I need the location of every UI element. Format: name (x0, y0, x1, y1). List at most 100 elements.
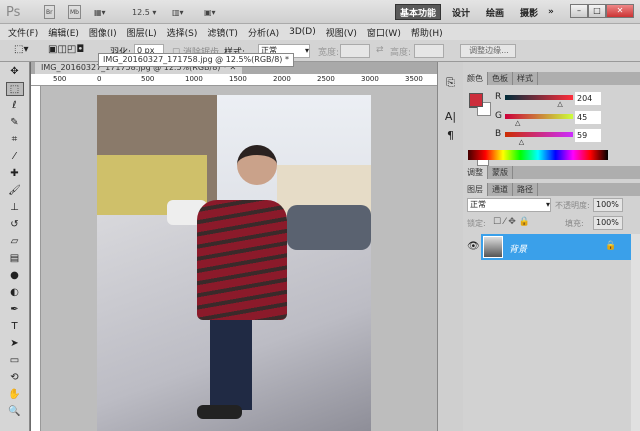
layer-row[interactable]: 👁 背景 🔒 (463, 234, 631, 260)
tab-channels[interactable]: 通道 (488, 183, 513, 196)
paragraph-panel-icon[interactable]: ¶ (443, 129, 459, 142)
hand-tool-icon[interactable]: ✋ (6, 388, 24, 402)
photoshop-logo: Ps (6, 4, 21, 20)
tab-swatches[interactable]: 色板 (488, 72, 513, 85)
r-slider-handle[interactable]: △ (557, 100, 562, 108)
move-tool-icon[interactable]: ✥ (6, 65, 24, 79)
mini-bridge-button[interactable]: Mb (68, 5, 81, 19)
opacity-input[interactable]: 100% (593, 198, 623, 212)
menu-view[interactable]: 视图(V) (326, 26, 357, 39)
ruler-tick-label: 500 (53, 75, 67, 83)
tab-masks[interactable]: 蒙版 (488, 166, 513, 179)
ruler-tick-label: 2500 (317, 75, 335, 83)
minimize-button[interactable]: – (570, 4, 588, 18)
options-bar: ⬚▾ ▣◫◰◘ 羽化: 0 px ☐ 消除锯齿 样式: 正常▾ 宽度: ⇄ 高度… (0, 40, 640, 62)
layers-panel-tabs: 图层 通道 路径 (463, 183, 640, 196)
layer-thumbnail (483, 236, 503, 258)
blur-tool-icon[interactable]: ● (6, 269, 24, 283)
healing-tool-icon[interactable]: ✚ (6, 167, 24, 181)
eraser-tool-icon[interactable]: ▱ (6, 235, 24, 249)
r-value[interactable]: 204 (575, 92, 601, 105)
menu-select[interactable]: 选择(S) (167, 26, 198, 39)
menu-3d[interactable]: 3D(D) (289, 27, 316, 37)
b-slider[interactable] (505, 132, 573, 137)
menu-window[interactable]: 窗口(W) (367, 26, 401, 39)
b-slider-handle[interactable]: △ (519, 138, 524, 146)
more-workspaces-button[interactable]: » (544, 4, 558, 20)
shape-tool-icon[interactable]: ▭ (6, 354, 24, 368)
g-slider-handle[interactable]: △ (515, 119, 520, 127)
marquee-preset-icon[interactable]: ⬚▾ (14, 44, 28, 55)
ruler-tick-label: 3500 (405, 75, 423, 83)
view-extras-icon[interactable]: ▦▾ (94, 5, 106, 19)
quick-select-tool-icon[interactable]: ✎ (6, 116, 24, 130)
character-panel-icon[interactable]: A| (443, 110, 459, 123)
tab-adjustments[interactable]: 调整 (463, 166, 488, 179)
fill-input[interactable]: 100% (593, 216, 623, 230)
gradient-tool-icon[interactable]: ▤ (6, 252, 24, 266)
zoom-level-dropdown[interactable]: 12.5 ▾ (132, 5, 156, 19)
swap-icon[interactable]: ⇄ (376, 45, 384, 55)
vertical-ruler (31, 86, 41, 431)
width-input[interactable] (340, 44, 370, 58)
3d-rotate-tool-icon[interactable]: ⟲ (6, 371, 24, 385)
type-tool-icon[interactable]: T (6, 320, 24, 334)
eyedropper-tool-icon[interactable]: ⁄ (6, 150, 24, 164)
history-brush-tool-icon[interactable]: ↺ (6, 218, 24, 232)
ruler-tick-label: 3000 (361, 75, 379, 83)
lock-icons[interactable]: ☐ ⁄ ✥ 🔒 (493, 217, 530, 227)
arrange-documents-icon[interactable]: ▥▾ (172, 5, 184, 19)
tab-styles[interactable]: 样式 (513, 72, 538, 85)
fill-label: 填充: (565, 219, 584, 228)
adjustments-panel-tabs: 调整 蒙版 (463, 166, 640, 179)
menu-layer[interactable]: 图层(L) (127, 26, 157, 39)
menu-analysis[interactable]: 分析(A) (248, 26, 279, 39)
tab-paths[interactable]: 路径 (513, 183, 538, 196)
b-value[interactable]: 59 (575, 129, 601, 142)
menu-file[interactable]: 文件(F) (8, 26, 38, 39)
maximize-button[interactable]: □ (588, 4, 606, 18)
bridge-button[interactable]: Br (44, 5, 55, 19)
foreground-swatch-front[interactable] (469, 93, 483, 107)
blend-mode-dropdown[interactable]: 正常 ▾ (467, 198, 551, 212)
menu-help[interactable]: 帮助(H) (411, 26, 443, 39)
clone-stamp-tool-icon[interactable]: ⊥ (6, 201, 24, 215)
screen-mode-icon[interactable]: ▣▾ (204, 5, 216, 19)
workspace-photography[interactable]: 摄影 (516, 4, 542, 20)
menu-bar: 文件(F) 编辑(E) 图像(I) 图层(L) 选择(S) 滤镜(T) 分析(A… (0, 24, 640, 40)
lasso-tool-icon[interactable]: ℓ (6, 99, 24, 113)
workspace-design[interactable]: 设计 (448, 4, 474, 20)
ruler-tick-label: 1500 (229, 75, 247, 83)
horizontal-ruler: 500 0 500 1000 1500 2000 2500 3000 3500 (31, 74, 437, 86)
layers-scrollbar[interactable] (631, 234, 640, 431)
refine-edge-button[interactable]: 调整边缘... (460, 44, 516, 58)
dodge-tool-icon[interactable]: ◐ (6, 286, 24, 300)
ruler-tick-label: 0 (97, 75, 102, 83)
height-input[interactable] (414, 44, 444, 58)
color-spectrum-bar[interactable] (468, 150, 608, 160)
pen-tool-icon[interactable]: ✒ (6, 303, 24, 317)
crop-tool-icon[interactable]: ⌗ (6, 133, 24, 147)
visibility-eye-icon[interactable]: 👁 (467, 241, 480, 252)
menu-image[interactable]: 图像(I) (89, 26, 117, 39)
close-button[interactable]: ✕ (606, 4, 634, 18)
document-tooltip: IMG_20160327_171758.jpg @ 12.5%(RGB/8) * (98, 53, 294, 67)
workspace-essentials[interactable]: 基本功能 (395, 4, 442, 20)
g-value[interactable]: 45 (575, 111, 601, 124)
g-label: G (495, 111, 502, 121)
zoom-tool-icon[interactable]: 🔍 (6, 405, 24, 419)
marquee-tool-icon[interactable]: ⬚ (5, 82, 24, 96)
menu-filter[interactable]: 滤镜(T) (207, 26, 238, 39)
selection-mode-icons[interactable]: ▣◫◰◘ (48, 44, 84, 55)
canvas-photo[interactable] (97, 95, 371, 431)
tools-panel: ✥ ⬚ ℓ ✎ ⌗ ⁄ ✚ 🖌 ⊥ ↺ ▱ ▤ ● ◐ ✒ T ➤ ▭ ⟲ ✋ … (0, 62, 30, 431)
history-panel-icon[interactable]: ⎘ (443, 76, 459, 90)
path-select-tool-icon[interactable]: ➤ (6, 337, 24, 351)
tab-layers[interactable]: 图层 (463, 183, 488, 196)
brush-tool-icon[interactable]: 🖌 (6, 184, 24, 198)
application-bar: Ps Br Mb ▦▾ 12.5 ▾ ▥▾ ▣▾ 基本功能 设计 绘画 摄影 »… (0, 0, 640, 24)
menu-edit[interactable]: 编辑(E) (48, 26, 79, 39)
layer-name[interactable]: 背景 (509, 242, 527, 255)
workspace-painting[interactable]: 绘画 (482, 4, 508, 20)
tab-color[interactable]: 颜色 (463, 72, 488, 85)
